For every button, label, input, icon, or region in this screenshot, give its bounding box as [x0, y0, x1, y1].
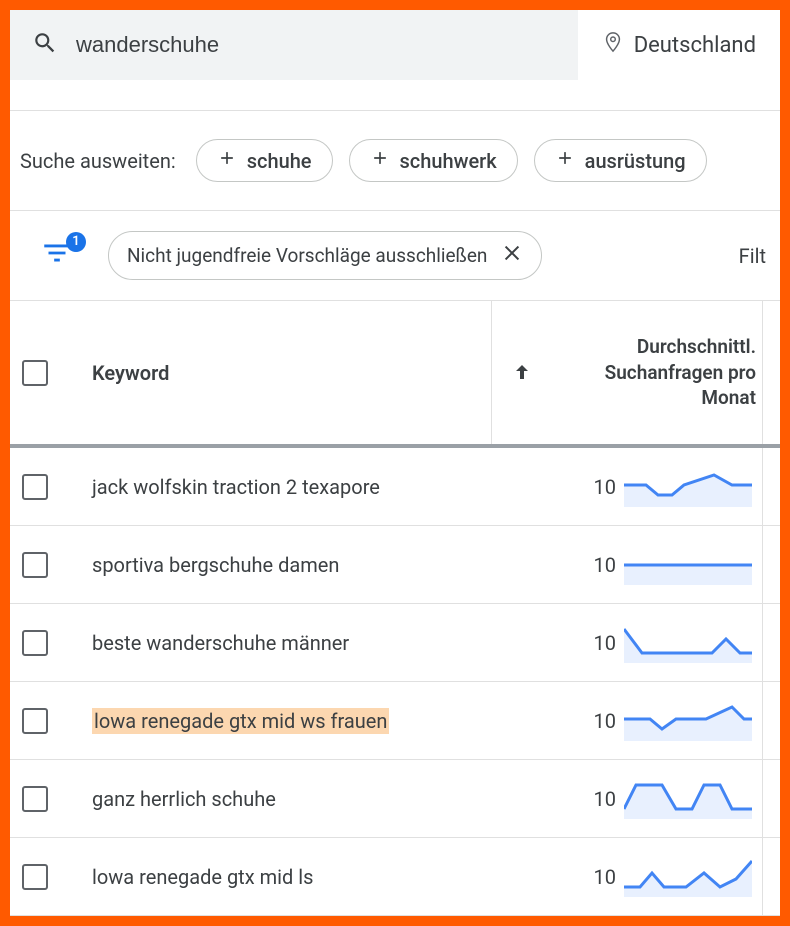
trend-sparkline [624, 545, 752, 585]
expand-chip-schuhe[interactable]: schuhe [196, 139, 333, 182]
chip-label: ausrüstung [585, 149, 686, 173]
search-input[interactable] [76, 32, 556, 58]
location-pin-icon [602, 31, 624, 59]
table-row: jack wolfskin traction 2 texapore10 [10, 448, 780, 526]
volume-cell: 10 [542, 787, 624, 811]
volume-cell: 10 [542, 475, 624, 499]
active-filter-chip[interactable]: Nicht jugendfreie Vorschläge ausschließe… [108, 231, 542, 280]
top-bar: Deutschland [10, 10, 780, 80]
expand-search-row: Suche ausweiten: schuhe schuhwerk ausrüs… [10, 111, 780, 211]
filter-chip-label: Nicht jugendfreie Vorschläge ausschließe… [127, 244, 487, 267]
trend-sparkline [624, 857, 752, 897]
filter-overflow-text: Filt [739, 244, 770, 268]
trend-sparkline [624, 701, 752, 741]
expand-label: Suche ausweiten: [20, 149, 176, 173]
plus-icon [370, 148, 390, 173]
expand-chip-ausruestung[interactable]: ausrüstung [534, 139, 707, 182]
chip-label: schuhwerk [400, 149, 497, 173]
search-box[interactable] [10, 10, 578, 80]
row-checkbox[interactable] [22, 474, 48, 500]
table-row: sportiva bergschuhe damen10 [10, 526, 780, 604]
row-checkbox[interactable] [22, 708, 48, 734]
expand-chip-schuhwerk[interactable]: schuhwerk [349, 139, 518, 182]
select-all-checkbox[interactable] [22, 360, 48, 386]
filter-icon [40, 255, 74, 274]
filter-count-badge: 1 [66, 232, 86, 252]
chip-label: schuhe [247, 149, 312, 173]
location-label: Deutschland [634, 33, 756, 58]
trend-sparkline [624, 779, 752, 819]
volume-cell: 10 [542, 553, 624, 577]
volume-cell: 10 [542, 631, 624, 655]
filter-button[interactable]: 1 [40, 236, 80, 276]
search-icon [32, 30, 58, 60]
plus-icon [217, 148, 237, 173]
keyword-cell[interactable]: sportiva bergschuhe damen [86, 553, 542, 577]
row-checkbox[interactable] [22, 552, 48, 578]
table-row: ganz herrlich schuhe10 [10, 760, 780, 838]
filter-bar: 1 Nicht jugendfreie Vorschläge ausschlie… [10, 211, 780, 301]
trend-sparkline [624, 467, 752, 507]
close-icon[interactable] [501, 242, 523, 269]
keyword-cell[interactable]: ganz herrlich schuhe [86, 787, 542, 811]
row-checkbox[interactable] [22, 864, 48, 890]
keyword-cell[interactable]: lowa renegade gtx mid ws frauen [86, 709, 542, 733]
volume-cell: 10 [542, 865, 624, 889]
table-row: lowa renegade gtx mid ws frauen10 [10, 682, 780, 760]
trend-sparkline [624, 623, 752, 663]
column-header-keyword[interactable]: Keyword [92, 361, 169, 385]
column-header-avg-searches[interactable]: Durchschnittl. Suchanfragen pro Monat [552, 334, 762, 411]
table-body: jack wolfskin traction 2 texapore10sport… [10, 448, 780, 916]
row-checkbox[interactable] [22, 786, 48, 812]
keyword-cell[interactable]: jack wolfskin traction 2 texapore [86, 475, 542, 499]
table-row: lowa renegade gtx mid ls10 [10, 838, 780, 916]
table-header: Keyword Durchschnittl. Suchanfragen pro … [10, 301, 780, 448]
sort-asc-icon[interactable] [492, 361, 552, 385]
location-selector[interactable]: Deutschland [578, 10, 780, 80]
table-row: beste wanderschuhe männer10 [10, 604, 780, 682]
volume-cell: 10 [542, 709, 624, 733]
plus-icon [555, 148, 575, 173]
keyword-cell[interactable]: beste wanderschuhe männer [86, 631, 542, 655]
keyword-cell[interactable]: lowa renegade gtx mid ls [86, 865, 542, 889]
row-checkbox[interactable] [22, 630, 48, 656]
